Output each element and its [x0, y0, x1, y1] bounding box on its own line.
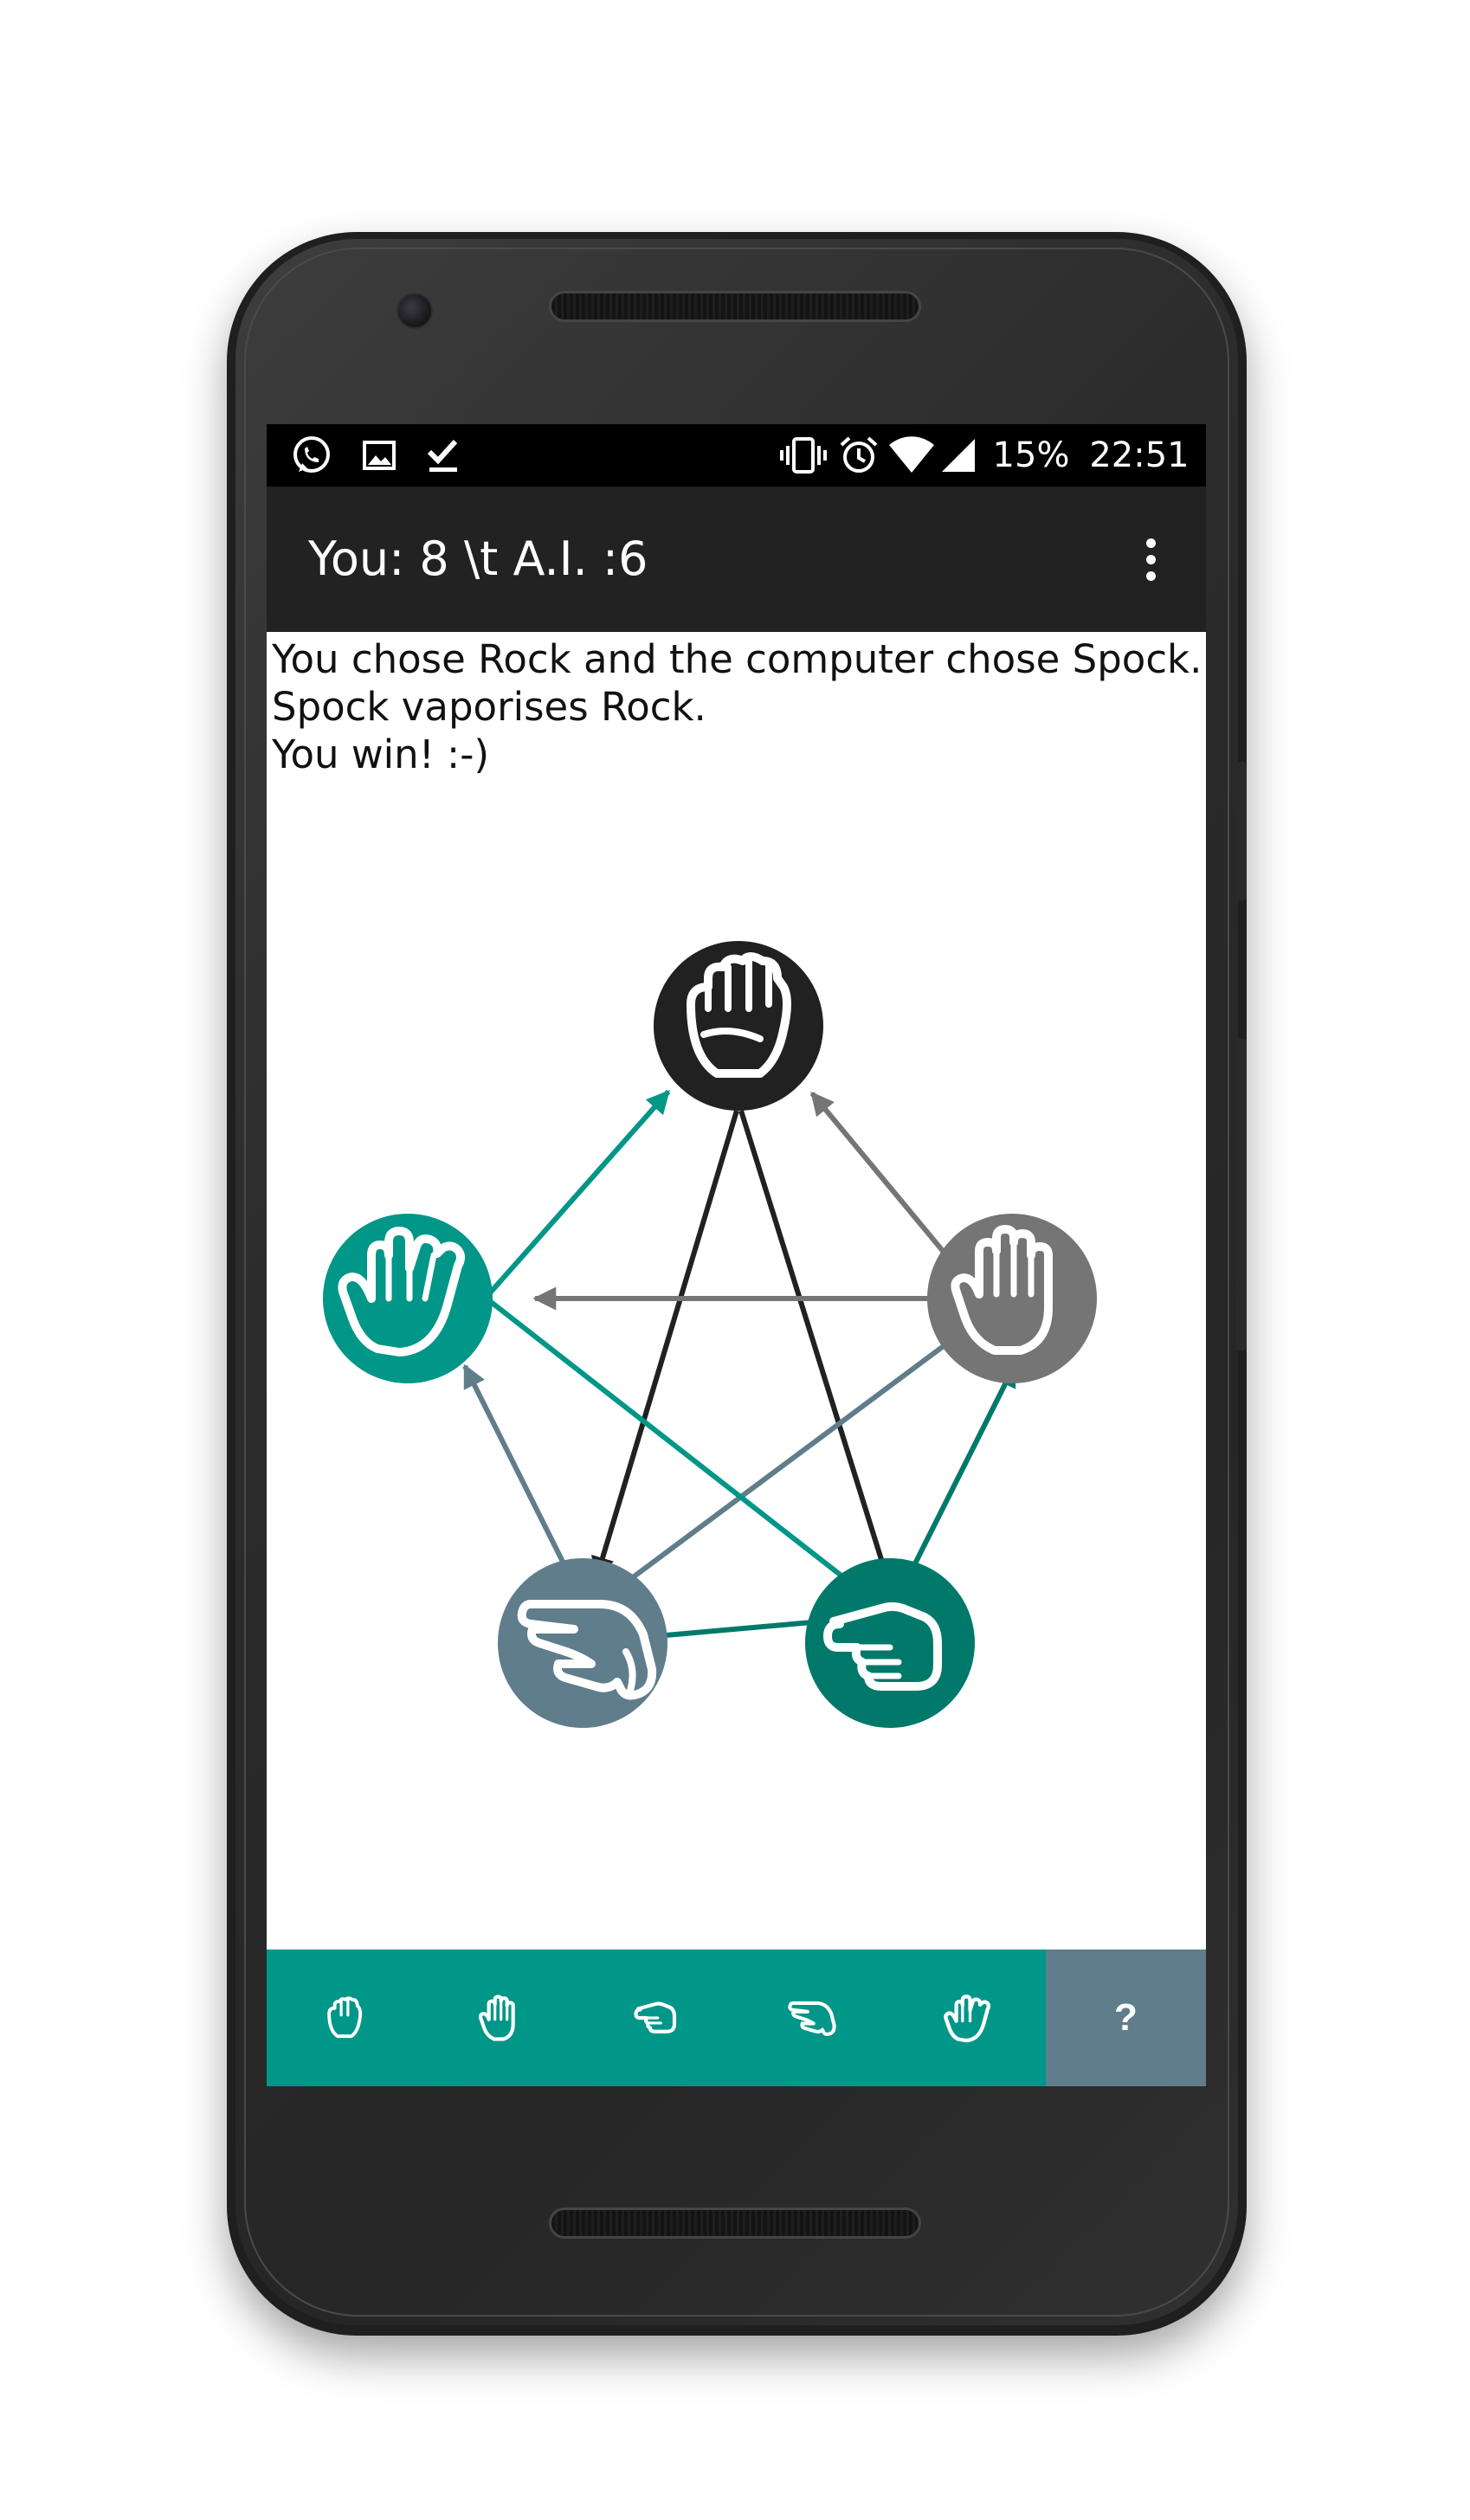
choice-bar: ?: [267, 1950, 1206, 2086]
choose-rock-button[interactable]: [267, 1950, 422, 2086]
front-camera: [397, 293, 433, 329]
lizard-node: [498, 1558, 667, 1728]
choose-paper-button[interactable]: [422, 1950, 578, 2086]
image-icon: [358, 424, 400, 487]
alarm-icon: [836, 424, 881, 487]
signal-icon: [938, 424, 978, 487]
arrow-rock-scissors: [738, 1110, 893, 1584]
choose-scissors-button[interactable]: [578, 1950, 734, 2086]
spock-node: [323, 1214, 493, 1383]
whatsapp-icon: [287, 424, 336, 487]
screen: 15% 22:51 You: 8 \t A.I. :6 You chose Ro…: [267, 424, 1206, 2086]
score-title: You: 8 \t A.I. :6: [308, 532, 648, 586]
fist-icon: [687, 952, 791, 1078]
help-button[interactable]: ?: [1046, 1950, 1206, 2086]
open-hand-icon: [478, 1995, 515, 2041]
paper-node: [927, 1214, 1097, 1383]
choose-lizard-button[interactable]: [734, 1950, 890, 2086]
choose-spock-button[interactable]: [890, 1950, 1046, 2086]
download-done-icon: [422, 424, 464, 487]
more-vert-icon[interactable]: [1116, 525, 1185, 594]
arrow-rock-lizard: [591, 1110, 739, 1581]
rules-diagram: [323, 941, 1097, 1728]
rock-node: [654, 941, 823, 1111]
wifi-icon: [887, 424, 937, 487]
top-speaker: [549, 291, 921, 322]
lizard-hand-icon: [788, 2001, 836, 2036]
scissors-hand-icon: [634, 2001, 677, 2033]
scissors-node: [805, 1558, 975, 1728]
clock: 22:51: [1089, 435, 1190, 475]
fist-icon: [327, 1996, 363, 2039]
power-button: [1236, 1039, 1247, 1350]
spock-hand-icon: [944, 1995, 991, 2043]
volume-button: [1236, 762, 1247, 900]
status-bar: 15% 22:51: [267, 424, 1206, 487]
battery-percent: 15%: [992, 435, 1070, 475]
arrow-spock-rock: [484, 1089, 671, 1299]
vibrate-icon: [777, 424, 829, 487]
bottom-speaker: [549, 2207, 921, 2239]
app-bar: You: 8 \t A.I. :6: [267, 487, 1206, 632]
